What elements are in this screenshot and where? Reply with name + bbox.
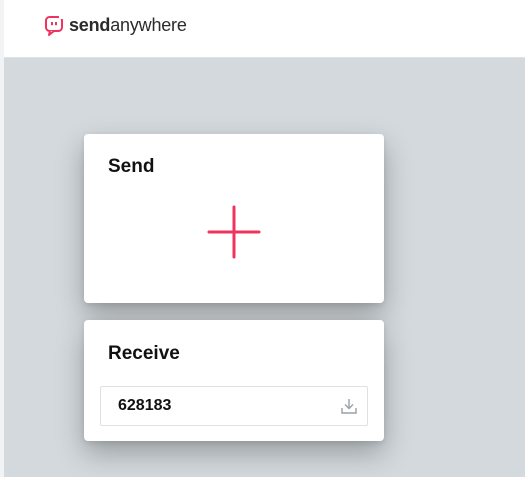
top-header: sendanywhere xyxy=(4,0,525,58)
brand-logo[interactable]: sendanywhere xyxy=(44,13,187,37)
brand-name: sendanywhere xyxy=(69,13,187,37)
receive-key-field xyxy=(100,386,368,426)
chat-bubble-logo-icon xyxy=(45,14,63,36)
download-icon xyxy=(341,399,357,414)
receive-title: Receive xyxy=(108,343,180,364)
receive-key-input[interactable] xyxy=(101,387,331,425)
receive-card: Receive xyxy=(84,320,384,441)
add-files-button[interactable] xyxy=(207,205,261,259)
send-card: Send xyxy=(84,134,384,303)
send-title: Send xyxy=(108,156,155,177)
plus-icon xyxy=(207,205,261,259)
brand-name-strong: send xyxy=(69,15,111,35)
brand-name-light: anywhere xyxy=(110,15,187,35)
download-button[interactable] xyxy=(340,397,358,415)
app-frame: sendanywhere Send Receive xyxy=(0,0,525,477)
